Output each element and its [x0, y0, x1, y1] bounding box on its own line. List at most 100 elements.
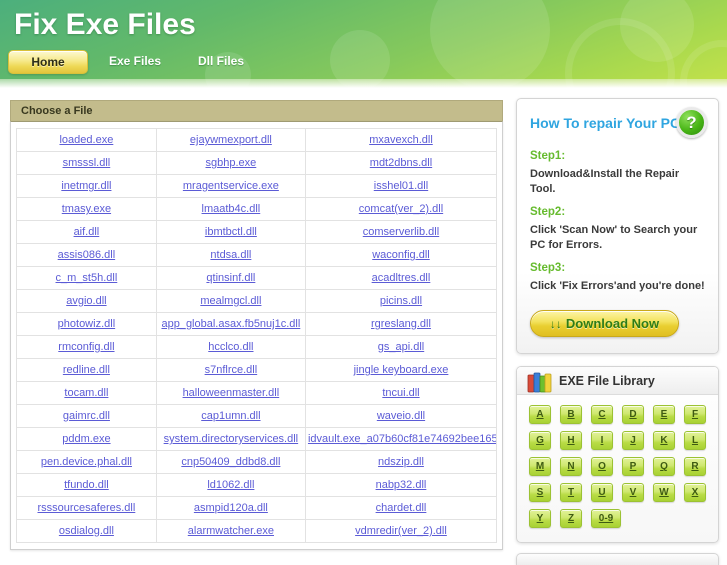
- nav-item-dll-files[interactable]: Dll Files: [186, 50, 256, 72]
- file-link[interactable]: rsssourcesaferes.dll: [37, 502, 135, 514]
- file-link[interactable]: app_global.asax.fb5nuj1c.dll: [161, 318, 300, 330]
- file-link[interactable]: jingle keyboard.exe: [354, 364, 449, 376]
- alpha-key-n[interactable]: N: [560, 457, 582, 476]
- file-link[interactable]: cap1umn.dll: [201, 410, 260, 422]
- alpha-key-c[interactable]: C: [591, 405, 613, 424]
- file-link[interactable]: idvault.exe_a07b60cf81e74692bee1652fd0f8…: [308, 433, 496, 445]
- file-link[interactable]: aif.dll: [74, 226, 100, 238]
- file-link[interactable]: tmasy.exe: [62, 203, 111, 215]
- file-link[interactable]: ld1062.dll: [207, 479, 254, 491]
- file-link[interactable]: nabp32.dll: [376, 479, 427, 491]
- file-link[interactable]: cnp50409_ddbd8.dll: [181, 456, 280, 468]
- file-link[interactable]: loaded.exe: [59, 134, 113, 146]
- file-link[interactable]: ibmtbctl.dll: [205, 226, 257, 238]
- file-link[interactable]: halloweenmaster.dll: [183, 387, 280, 399]
- alpha-key-w[interactable]: W: [653, 483, 675, 502]
- alpha-key-k[interactable]: K: [653, 431, 675, 450]
- file-cell: system.directoryservices.dll: [155, 427, 306, 451]
- alpha-key-o[interactable]: O: [591, 457, 613, 476]
- file-cell: loaded.exe: [16, 128, 157, 152]
- file-link[interactable]: ndszip.dll: [378, 456, 424, 468]
- table-row: rmconfig.dll hcclco.dll gs_api.dll: [16, 335, 498, 359]
- file-link[interactable]: gs_api.dll: [378, 341, 424, 353]
- nav-item-home[interactable]: Home: [8, 50, 88, 74]
- nav-item-exe-files[interactable]: Exe Files: [98, 50, 172, 72]
- alpha-key-x[interactable]: X: [684, 483, 706, 502]
- file-link[interactable]: assis086.dll: [58, 249, 115, 261]
- table-row: tmasy.exe lmaatb4c.dll comcat(ver_2).dll: [16, 197, 498, 221]
- file-link[interactable]: comserverlib.dll: [363, 226, 439, 238]
- file-link[interactable]: tfundo.dll: [64, 479, 109, 491]
- file-link[interactable]: tocam.dll: [64, 387, 108, 399]
- file-link[interactable]: comcat(ver_2).dll: [359, 203, 443, 215]
- table-row: tocam.dll halloweenmaster.dll tncui.dll: [16, 381, 498, 405]
- file-link[interactable]: chardet.dll: [376, 502, 427, 514]
- alpha-key-l[interactable]: L: [684, 431, 706, 450]
- step1-label: Step1:: [530, 150, 566, 162]
- file-link[interactable]: isshel01.dll: [374, 180, 428, 192]
- table-row: redline.dll s7nflrce.dll jingle keyboard.e…: [16, 358, 498, 382]
- alpha-key-0-9[interactable]: 0-9: [591, 509, 621, 528]
- sidebar: How To repair Your PC? ? Step1: Download…: [516, 98, 719, 565]
- file-link[interactable]: rgreslang.dll: [371, 318, 431, 330]
- file-link[interactable]: mxavexch.dll: [369, 134, 433, 146]
- file-link[interactable]: s7nflrce.dll: [205, 364, 258, 376]
- file-cell: mragentservice.exe: [155, 174, 306, 198]
- file-link[interactable]: lmaatb4c.dll: [202, 203, 261, 215]
- file-link[interactable]: system.directoryservices.dll: [164, 433, 298, 445]
- alpha-key-s[interactable]: S: [529, 483, 551, 502]
- file-link[interactable]: sgbhp.exe: [206, 157, 257, 169]
- file-cell: ntdsa.dll: [155, 243, 306, 267]
- file-link[interactable]: asmpid120a.dll: [194, 502, 268, 514]
- file-link[interactable]: pddm.exe: [62, 433, 110, 445]
- alpha-key-u[interactable]: U: [591, 483, 613, 502]
- file-link[interactable]: waconfig.dll: [372, 249, 429, 261]
- alpha-key-y[interactable]: Y: [529, 509, 551, 528]
- file-link[interactable]: rmconfig.dll: [58, 341, 114, 353]
- alpha-key-m[interactable]: M: [529, 457, 551, 476]
- alpha-key-g[interactable]: G: [529, 431, 551, 450]
- file-link[interactable]: vdmredir(ver_2).dll: [355, 525, 447, 537]
- alpha-key-r[interactable]: R: [684, 457, 706, 476]
- file-link[interactable]: acadltres.dll: [372, 272, 431, 284]
- file-link[interactable]: gaimrc.dll: [63, 410, 110, 422]
- file-cell: s7nflrce.dll: [155, 358, 306, 382]
- file-cell: asmpid120a.dll: [155, 496, 306, 520]
- file-cell: sgbhp.exe: [155, 151, 306, 175]
- alpha-key-a[interactable]: A: [529, 405, 551, 424]
- alpha-key-z[interactable]: Z: [560, 509, 582, 528]
- alpha-key-q[interactable]: Q: [653, 457, 675, 476]
- file-link[interactable]: photowiz.dll: [58, 318, 115, 330]
- alpha-key-j[interactable]: J: [622, 431, 644, 450]
- file-link[interactable]: qtinsinf.dll: [206, 272, 255, 284]
- file-link[interactable]: ejaywmexport.dll: [190, 134, 272, 146]
- alpha-key-p[interactable]: P: [622, 457, 644, 476]
- file-link[interactable]: waveio.dll: [377, 410, 425, 422]
- file-link[interactable]: inetmgr.dll: [61, 180, 111, 192]
- file-link[interactable]: alarmwatcher.exe: [188, 525, 274, 537]
- exe-file-library-panel: EXE File Library ABCDEF GHIJKL MNOPQR STUVW…: [516, 366, 719, 543]
- file-link[interactable]: osdialog.dll: [59, 525, 114, 537]
- alpha-key-v[interactable]: V: [622, 483, 644, 502]
- alpha-key-i[interactable]: I: [591, 431, 613, 450]
- alpha-key-t[interactable]: T: [560, 483, 582, 502]
- file-link[interactable]: hcclco.dll: [208, 341, 253, 353]
- file-link[interactable]: tncui.dll: [382, 387, 419, 399]
- file-link[interactable]: c_m_st5h.dll: [56, 272, 118, 284]
- file-link[interactable]: picins.dll: [380, 295, 422, 307]
- file-link[interactable]: ntdsa.dll: [210, 249, 251, 261]
- alpha-key-f[interactable]: F: [684, 405, 706, 424]
- alpha-key-b[interactable]: B: [560, 405, 582, 424]
- download-now-button[interactable]: ↓↓ Download Now: [530, 310, 679, 337]
- alpha-key-e[interactable]: E: [653, 405, 675, 424]
- file-link[interactable]: pen.device.phal.dll: [41, 456, 132, 468]
- file-link[interactable]: avgio.dll: [66, 295, 106, 307]
- alpha-key-h[interactable]: H: [560, 431, 582, 450]
- file-link[interactable]: mdt2dbns.dll: [370, 157, 432, 169]
- alpha-key-d[interactable]: D: [622, 405, 644, 424]
- file-link[interactable]: redline.dll: [63, 364, 110, 376]
- file-link[interactable]: smsssl.dll: [63, 157, 111, 169]
- file-link[interactable]: mragentservice.exe: [183, 180, 279, 192]
- file-cell: rgreslang.dll: [304, 312, 498, 336]
- file-link[interactable]: mealmgcl.dll: [200, 295, 261, 307]
